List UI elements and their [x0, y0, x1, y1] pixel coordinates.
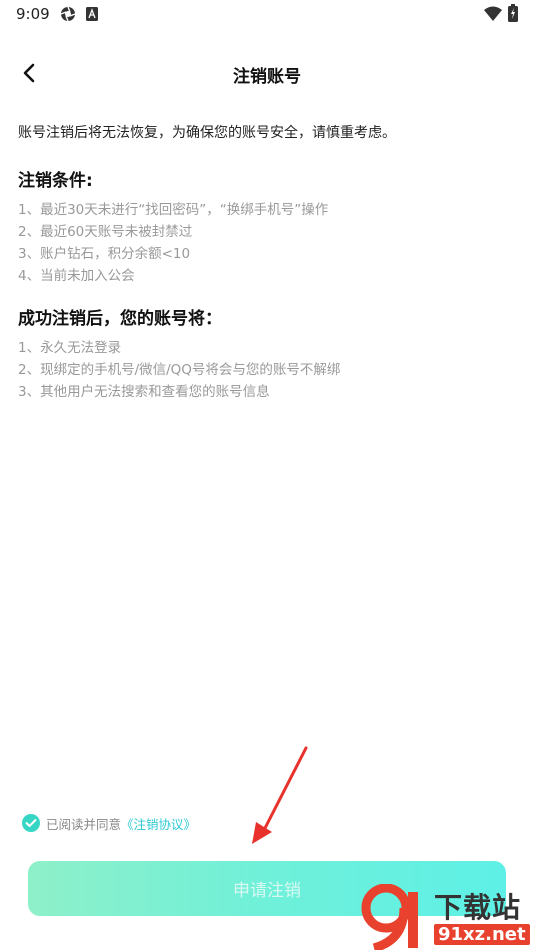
status-time: 9:09 [16, 5, 50, 23]
agreement-link[interactable]: 《注销协议》 [121, 814, 196, 833]
checkmark-icon [25, 819, 37, 827]
watermark-url: 91xz.net [434, 924, 530, 945]
status-bar: 9:09 [0, 0, 534, 30]
list-item: 1、最近30天未进行“找回密码”，“换绑手机号”操作 [18, 202, 329, 218]
notification-a-icon [86, 7, 98, 21]
list-item: 2、现绑定的手机号/微信/QQ号将会与您的账号不解绑 [18, 362, 341, 378]
watermark: 下载站 91xz.net [356, 884, 534, 950]
conditions-title: 注销条件: [18, 171, 93, 191]
list-item: 4、当前未加入公会 [18, 268, 135, 284]
conditions-section: 注销条件: 1、最近30天未进行“找回密码”，“换绑手机号”操作 2、最近60天… [18, 166, 328, 287]
results-title: 成功注销后，您的账号将： [18, 309, 222, 329]
agreement-checkbox[interactable] [22, 814, 40, 832]
aperture-icon [60, 6, 76, 22]
list-item: 2、最近60天账号未被封禁过 [18, 224, 193, 240]
wifi-icon [484, 6, 502, 21]
watermark-title: 下载站 [434, 891, 522, 924]
page-title: 注销账号 [233, 67, 301, 87]
annotation-arrow-icon [252, 746, 308, 844]
list-item: 3、其他用户无法搜索和查看您的账号信息 [18, 384, 270, 400]
battery-charging-icon [508, 4, 518, 22]
list-item: 1、永久无法登录 [18, 340, 122, 356]
intro-text: 账号注销后将无法恢复，为确保您的账号安全，请慎重考虑。 [18, 125, 396, 141]
nav-bar: 注销账号 [0, 50, 534, 96]
agreement-row: 已阅读并同意 《注销协议》 [22, 812, 196, 834]
results-section: 成功注销后，您的账号将： 1、永久无法登录 2、现绑定的手机号/微信/QQ号将会… [18, 304, 340, 403]
list-item: 3、账户钻石，积分余额<10 [18, 246, 191, 262]
watermark-logo-icon [361, 884, 418, 950]
agreement-text: 已阅读并同意 [46, 816, 122, 832]
